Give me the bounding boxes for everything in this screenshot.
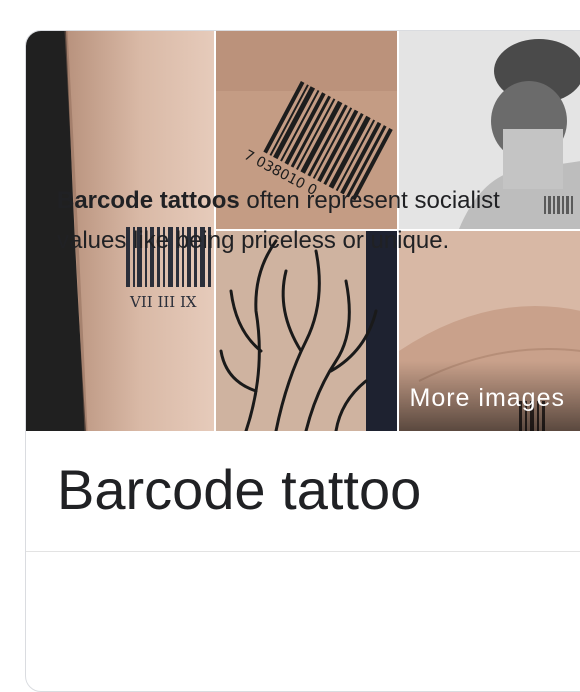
- wrist-barcode-caption: VII III IX: [129, 293, 197, 311]
- knowledge-panel-card: VII III IX 7 038010 0 More images Barcod…: [25, 30, 580, 692]
- description-bold-term: Barcode tattoos: [57, 187, 240, 214]
- tree-tattoo-photo: [216, 231, 397, 431]
- panel-title: Barcode tattoo: [57, 458, 422, 521]
- more-images-label[interactable]: More images: [410, 384, 566, 413]
- panel-description: Barcode tattoos often represent socialis…: [57, 181, 557, 261]
- more-images-tile[interactable]: More images: [399, 231, 580, 431]
- image-tree-tattoo[interactable]: [216, 231, 397, 431]
- title-block: Barcode tattoo: [26, 431, 580, 552]
